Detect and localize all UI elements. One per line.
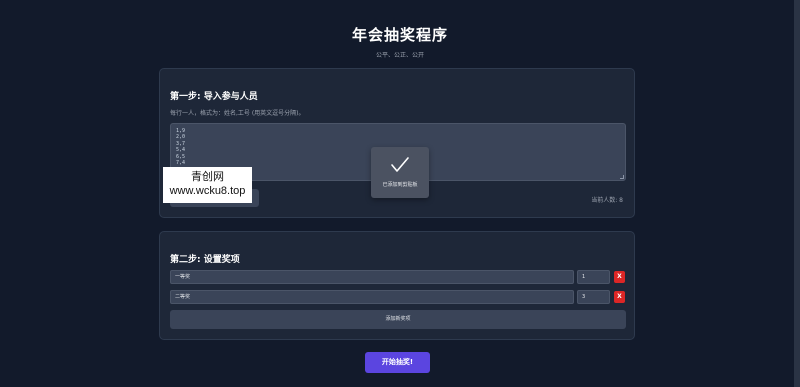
prize-name-input[interactable]: 一等奖 <box>170 270 574 284</box>
step1-hint: 每行一人，格式为：姓名,工号 (用英文逗号分隔)。 <box>170 110 305 117</box>
prize-name-input[interactable]: 二等奖 <box>170 290 574 304</box>
copied-toast: 已添加到剪贴板 <box>371 147 429 198</box>
resize-handle-icon[interactable] <box>620 175 624 179</box>
toast-message: 已添加到剪贴板 <box>382 182 418 188</box>
delete-prize-button[interactable]: X <box>614 271 625 283</box>
start-draw-button[interactable]: 开始抽奖! <box>365 352 430 373</box>
watermark-url: www.wcku8.top <box>169 185 246 197</box>
delete-prize-button[interactable]: X <box>614 291 625 303</box>
watermark-name: 青创网 <box>191 171 224 183</box>
prize-quantity-input[interactable]: 1 <box>577 270 610 284</box>
prize-row: 二等奖 3 X <box>170 290 626 304</box>
page-scrollbar[interactable] <box>794 0 800 387</box>
page-title: 年会抽奖程序 <box>351 26 448 44</box>
watermark-overlay: 青创网 www.wcku8.top <box>163 167 252 203</box>
participant-count: 当前人数: 8 <box>591 197 623 204</box>
page-subtitle: 公平、公正、公开 <box>375 52 424 59</box>
step2-title: 第二步: 设置奖项 <box>170 255 240 265</box>
page-header: 年会抽奖程序 公平、公正、公开 <box>0 0 800 59</box>
step1-title: 第一步: 导入参与人员 <box>170 92 258 102</box>
prize-settings-card: 第二步: 设置奖项 一等奖 1 X 二等奖 3 X 添加新奖项 <box>159 231 635 340</box>
check-icon <box>391 157 409 172</box>
prize-quantity-input[interactable]: 3 <box>577 290 610 304</box>
add-prize-button[interactable]: 添加新奖项 <box>170 310 626 329</box>
prize-row: 一等奖 1 X <box>170 270 626 284</box>
